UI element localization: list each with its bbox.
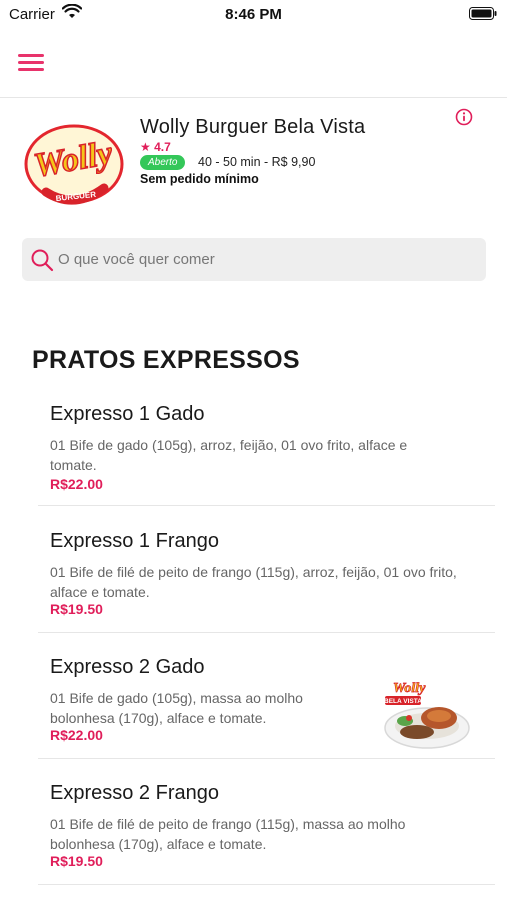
delivery-info: 40 - 50 min - R$ 9,90 (198, 155, 316, 169)
product-price: R$19.50 (50, 601, 103, 617)
product-description: 01 Bife de gado (105g), arroz, feijão, 0… (50, 437, 408, 473)
nav-bar (0, 40, 507, 98)
info-icon[interactable] (455, 108, 473, 126)
store-header: Wolly BURGUER Wolly Burguer Bela Vista ★… (0, 108, 507, 220)
product-item[interactable]: Expresso 1 Gado 01 Bife de gado (105g), … (38, 403, 495, 506)
product-description: 01 Bife de gado (105g), massa ao molho b… (50, 690, 303, 726)
product-name: Expresso 1 Frango (50, 530, 219, 552)
hamburger-menu-icon[interactable] (18, 54, 44, 72)
product-item[interactable]: Expresso 2 Frango 01 Bife de filé de pei… (38, 782, 495, 885)
status-bar: Carrier 8:46 PM (0, 0, 507, 30)
battery-icon (469, 7, 497, 20)
search-icon (31, 249, 54, 272)
product-name: Expresso 2 Gado (50, 656, 205, 678)
product-item[interactable]: Expresso 2 Gado 01 Bife de gado (105g), … (38, 656, 495, 759)
product-item[interactable]: Expresso 1 Frango 01 Bife de filé de pei… (38, 530, 495, 633)
store-name: Wolly Burguer Bela Vista (140, 116, 366, 138)
image-caption: BELA VISTA (384, 698, 422, 705)
search-input[interactable] (58, 238, 478, 281)
product-name: Expresso 2 Frango (50, 782, 219, 804)
product-price: R$19.50 (50, 853, 103, 869)
section-title: PRATOS EXPRESSOS (32, 346, 300, 374)
status-badge: Aberto (140, 155, 186, 170)
search-box[interactable] (22, 238, 486, 281)
product-image: Wolly BELA VISTA (384, 681, 470, 749)
store-logo: Wolly BURGUER (24, 124, 124, 205)
status-time: 8:46 PM (225, 6, 282, 23)
min-order-label: Sem pedido mínimo (140, 172, 259, 186)
store-rating: ★ 4.7 (140, 140, 171, 154)
product-description: 01 Bife de filé de peito de frango (115g… (50, 816, 406, 852)
product-description: 01 Bife de filé de peito de frango (115g… (50, 564, 457, 600)
star-icon: ★ (140, 140, 151, 154)
product-name: Expresso 1 Gado (50, 403, 205, 425)
product-price: R$22.00 (50, 727, 103, 743)
product-price: R$22.00 (50, 476, 103, 492)
rating-value: 4.7 (154, 140, 171, 154)
svg-text:Wolly: Wolly (393, 681, 426, 696)
